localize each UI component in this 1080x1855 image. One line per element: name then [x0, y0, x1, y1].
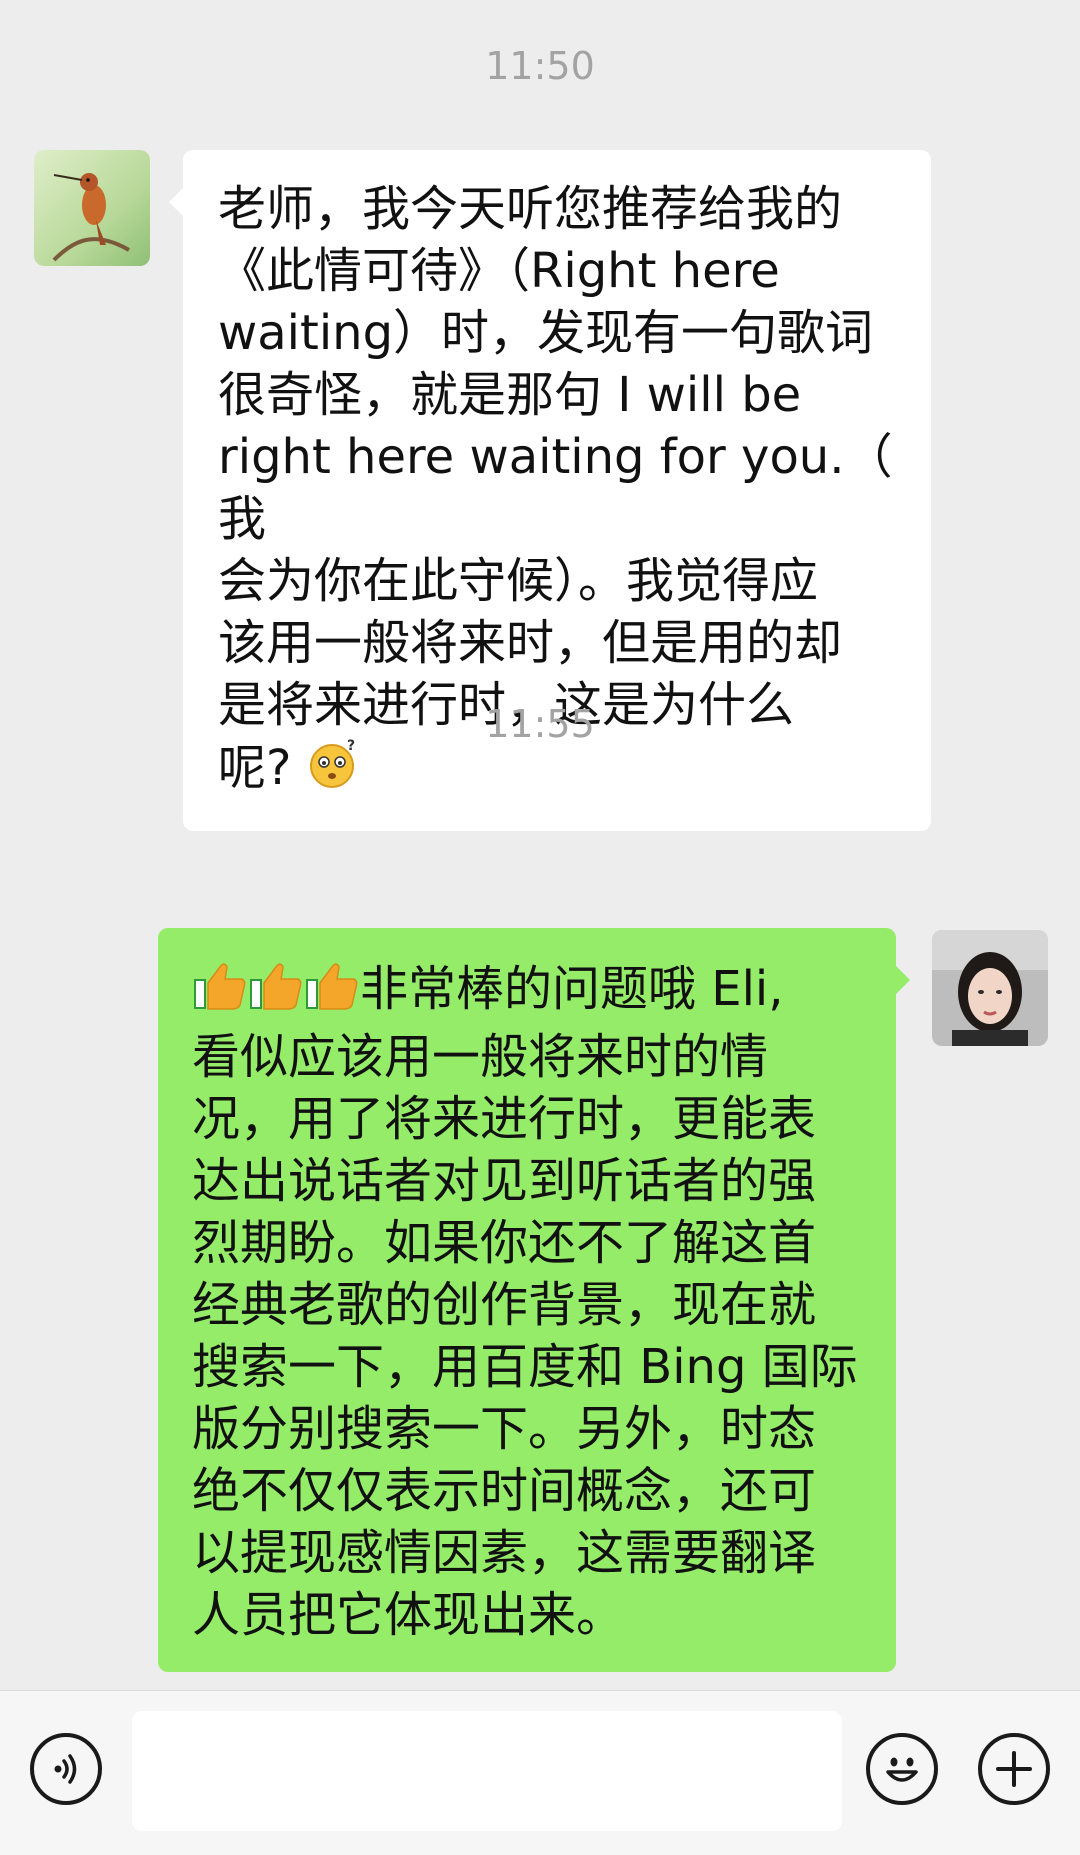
message-first-line: 非常棒的问题哦 Eli,: [192, 958, 872, 1026]
message-line: 绝不仅仅表示时间概念，还可: [192, 1463, 817, 1519]
timestamp: 11:50: [485, 44, 595, 88]
message-line: 该用一般将来时，但是用的却: [218, 615, 843, 671]
message-line: 人员把它体现出来。: [192, 1587, 625, 1643]
timestamp: 11:55: [485, 702, 595, 746]
contact-avatar[interactable]: [34, 150, 150, 266]
message-line: 烈期盼。如果你还不了解这首: [192, 1215, 817, 1271]
message-input[interactable]: [132, 1711, 842, 1831]
emoji-icon[interactable]: [866, 1733, 938, 1805]
message-line: 非常棒的问题哦 Eli,: [360, 961, 784, 1017]
message-line: 看似应该用一般将来时的情: [192, 1029, 769, 1085]
chat-area: 11:50 老师，我今天听您推荐给我的 《此情可待》（Right here wa…: [0, 0, 1080, 1690]
message-line: 老师，我今天听您推荐给我的: [218, 181, 843, 237]
hummingbird-avatar-image: [34, 150, 150, 266]
person-avatar-image: [932, 930, 1048, 1046]
thumbs-up-emoji-icon: [192, 959, 248, 1026]
message-line: 很奇怪，就是那句 I will be: [218, 367, 802, 423]
thumbs-up-emoji-icon: [248, 959, 304, 1026]
message-line: 经典老歌的创作背景，现在就: [192, 1277, 817, 1333]
user-avatar[interactable]: [932, 930, 1048, 1046]
message-last-line: 呢? ?: [218, 736, 905, 805]
message-line: 搜索一下，用百度和 Bing 国际: [192, 1339, 858, 1395]
message-line: 况，用了将来进行时，更能表: [192, 1091, 817, 1147]
outgoing-message-bubble[interactable]: 非常棒的问题哦 Eli, 看似应该用一般将来时的情 况，用了将来进行时，更能表 …: [158, 928, 910, 1672]
message-line: 《此情可待》（Right here: [218, 243, 780, 299]
message-line: 会为你在此守候）。我觉得应: [218, 553, 819, 609]
thinking-confused-emoji-icon: ?: [307, 736, 361, 805]
voice-icon[interactable]: [30, 1733, 102, 1805]
message-line: 以提现感情因素，这需要翻译: [192, 1525, 817, 1581]
input-bar: [0, 1690, 1080, 1855]
message-line: 达出说话者对见到听话者的强: [192, 1153, 817, 1209]
message-line: 版分别搜索一下。另外，时态: [192, 1401, 817, 1457]
plus-icon[interactable]: [978, 1733, 1050, 1805]
thumbs-up-emoji-icon: [304, 959, 360, 1026]
message-line: waiting）时，发现有一句歌词: [218, 305, 874, 361]
message-line: right here waiting for you.（ 我: [218, 429, 893, 547]
message-line: 呢?: [218, 740, 292, 796]
